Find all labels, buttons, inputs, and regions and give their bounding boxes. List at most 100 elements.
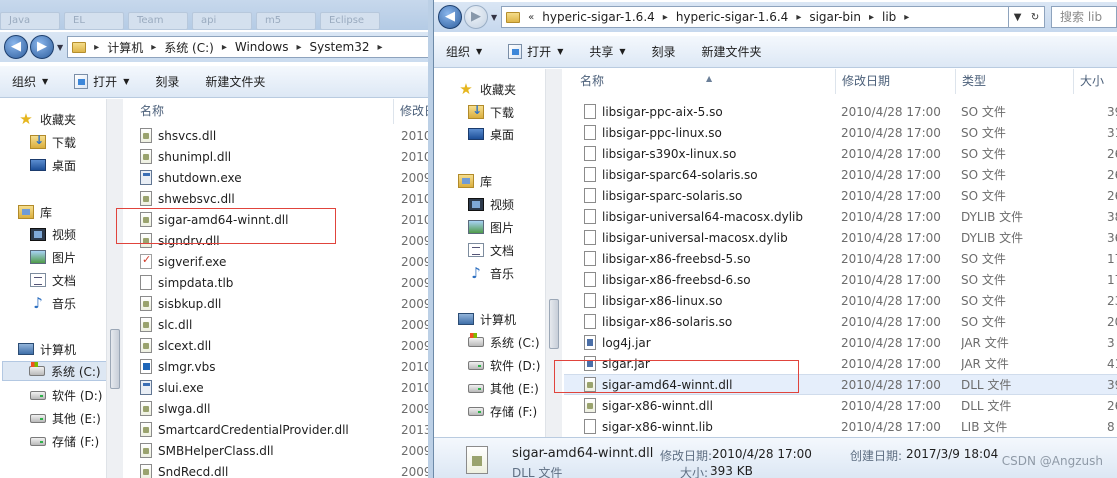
breadcrumb-separator-icon[interactable]: ▸ (296, 42, 301, 53)
nav-music[interactable]: ♪ 音乐 (30, 293, 76, 313)
nav-pictures[interactable]: 图片 (30, 247, 76, 267)
nav-drive-c[interactable]: 系统 (C:) (2, 361, 120, 381)
breadcrumb-item[interactable]: System32 (309, 40, 369, 54)
file-row[interactable]: libsigar-x86-freebsd-5.so 2010/4/28 17:00… (564, 248, 1117, 269)
nav-pictures[interactable]: 图片 (468, 217, 514, 237)
file-row[interactable]: libsigar-sparc64-solaris.so 2010/4/28 17:… (564, 164, 1117, 185)
nav-videos[interactable]: 视频 (468, 194, 514, 214)
file-row[interactable]: sigar-x86-winnt.lib 2010/4/28 17:00 LIB 文件… (564, 416, 1117, 437)
open-menu[interactable]: 打开 ▼ (508, 43, 563, 60)
column-header-modified[interactable]: 修改日 (394, 99, 428, 124)
back-button[interactable]: ◀ (438, 5, 462, 29)
breadcrumb-separator-icon[interactable]: ▸ (222, 42, 227, 53)
new-folder-button[interactable]: 新建文件夹 (205, 73, 265, 90)
file-row[interactable]: libsigar-x86-freebsd-6.so 2010/4/28 17:00… (564, 269, 1117, 290)
breadcrumb-item[interactable]: 系统 (C:) (164, 39, 214, 56)
file-row[interactable]: slc.dll 2009 (124, 314, 428, 335)
file-row[interactable]: slwga.dll 2009 (124, 398, 428, 419)
file-row[interactable]: sisbkup.dll 2009 (124, 293, 428, 314)
breadcrumb-separator-icon[interactable]: ▸ (663, 12, 668, 23)
nav-documents[interactable]: 文档 (468, 240, 514, 260)
column-header-name[interactable]: 名称 (134, 99, 394, 124)
new-folder-button[interactable]: 新建文件夹 (702, 43, 762, 60)
nav-computer[interactable]: 计算机 (458, 309, 516, 329)
organize-menu[interactable]: 组织 ▼ (12, 73, 48, 90)
breadcrumb-separator-icon[interactable]: ▸ (378, 42, 383, 53)
share-menu[interactable]: 共享 ▼ (589, 43, 625, 60)
breadcrumb-item[interactable]: 计算机 (107, 39, 143, 56)
scrollbar-thumb[interactable] (110, 329, 120, 389)
file-row[interactable]: libsigar-x86-solaris.so 2010/4/28 17:00 SO… (564, 311, 1117, 332)
file-row[interactable]: log4j.jar 2010/4/28 17:00 JAR 文件 3 (564, 332, 1117, 353)
search-input[interactable]: 搜索 lib (1051, 6, 1117, 28)
breadcrumb-item[interactable]: hyperic-sigar-1.6.4 (542, 10, 655, 24)
file-row[interactable]: libsigar-x86-linux.so 2010/4/28 17:00 SO 文… (564, 290, 1117, 311)
burn-button[interactable]: 刻录 (155, 73, 179, 90)
recent-pages-dropdown[interactable]: ▼ (491, 13, 497, 22)
nav-downloads[interactable]: 下载 (468, 102, 514, 122)
file-row[interactable]: shsvcs.dll 2010 (124, 125, 428, 146)
nav-computer[interactable]: 计算机 (18, 339, 76, 359)
refresh-icon[interactable]: ↻ (1031, 12, 1039, 23)
address-dropdown-icon[interactable]: ▼ (1014, 12, 1022, 23)
file-row[interactable]: shunimpl.dll 2010 (124, 146, 428, 167)
nav-drive-e[interactable]: 其他 (E:) (468, 378, 539, 398)
nav-drive-d[interactable]: 软件 (D:) (468, 355, 540, 375)
breadcrumb-separator-icon[interactable]: ▸ (796, 12, 801, 23)
organize-menu[interactable]: 组织 ▼ (446, 43, 482, 60)
column-header-type[interactable]: 类型 (956, 69, 1074, 94)
nav-drive-c[interactable]: 系统 (C:) (468, 332, 540, 352)
nav-desktop[interactable]: 桌面 (468, 124, 514, 144)
breadcrumb-item[interactable]: Windows (235, 40, 289, 54)
nav-drive-d[interactable]: 软件 (D:) (30, 385, 102, 405)
file-row[interactable]: slui.exe 2010 (124, 377, 428, 398)
file-row[interactable]: libsigar-universal64-macosx.dylib 2010/4/… (564, 206, 1117, 227)
nav-downloads[interactable]: 下载 (30, 132, 76, 152)
forward-button[interactable]: ▶ (30, 35, 54, 59)
breadcrumb-overflow-icon[interactable]: « (528, 12, 534, 23)
file-row[interactable]: libsigar-universal-macosx.dylib 2010/4/28… (564, 227, 1117, 248)
breadcrumb-item[interactable]: lib (882, 10, 896, 24)
file-row[interactable]: slmgr.vbs 2010 (124, 356, 428, 377)
file-row[interactable]: libsigar-ppc-aix-5.so 2010/4/28 17:00 SO 文… (564, 101, 1117, 122)
nav-videos[interactable]: 视频 (30, 224, 76, 244)
file-row[interactable]: simpdata.tlb 2009 (124, 272, 428, 293)
breadcrumb-item[interactable]: hyperic-sigar-1.6.4 (676, 10, 789, 24)
nav-music[interactable]: ♪ 音乐 (468, 263, 514, 283)
left-address-bar[interactable]: ▸ 计算机 ▸ 系统 (C:) ▸ Windows ▸ System32 ▸ (67, 36, 432, 58)
file-row[interactable]: SMBHelperClass.dll 2009 (124, 440, 428, 461)
file-row[interactable]: slcext.dll 2009 (124, 335, 428, 356)
breadcrumb-separator-icon[interactable]: ▸ (904, 12, 909, 23)
burn-button[interactable]: 刻录 (652, 43, 676, 60)
column-header-modified[interactable]: 修改日期 (836, 69, 956, 94)
file-row[interactable]: shutdown.exe 2009 (124, 167, 428, 188)
file-row[interactable]: shwebsvc.dll 2010 (124, 188, 428, 209)
nav-desktop[interactable]: 桌面 (30, 155, 76, 175)
recent-pages-dropdown[interactable]: ▼ (57, 43, 63, 52)
breadcrumb-separator-icon[interactable]: ▸ (94, 42, 99, 53)
open-menu[interactable]: 打开 ▼ (74, 73, 129, 90)
nav-favorites[interactable]: ★ 收藏夹 (18, 109, 76, 129)
breadcrumb-separator-icon[interactable]: ▸ (869, 12, 874, 23)
breadcrumb-item[interactable]: sigar-bin (809, 10, 861, 24)
nav-drive-f[interactable]: 存储 (F:) (468, 401, 537, 421)
breadcrumb-separator-icon[interactable]: ▸ (151, 42, 156, 53)
scrollbar-thumb[interactable] (549, 299, 559, 349)
back-button[interactable]: ◀ (4, 35, 28, 59)
nav-libraries[interactable]: 库 (18, 202, 52, 222)
nav-favorites[interactable]: ★ 收藏夹 (458, 79, 516, 99)
nav-documents[interactable]: 文档 (30, 270, 76, 290)
nav-libraries[interactable]: 库 (458, 171, 492, 191)
file-row[interactable]: sigverif.exe 2009 (124, 251, 428, 272)
forward-button[interactable]: ▶ (464, 5, 488, 29)
left-nav-scrollbar[interactable] (106, 99, 123, 478)
file-row[interactable]: SmartcardCredentialProvider.dll 2013 (124, 419, 428, 440)
column-header-size[interactable]: 大小 (1074, 69, 1117, 94)
nav-drive-f[interactable]: 存储 (F:) (30, 431, 99, 451)
file-row[interactable]: libsigar-ppc-linux.so 2010/4/28 17:00 SO 文… (564, 122, 1117, 143)
nav-drive-e[interactable]: 其他 (E:) (30, 408, 101, 428)
file-row[interactable]: sigar-x86-winnt.dll 2010/4/28 17:00 DLL 文件… (564, 395, 1117, 416)
file-row[interactable]: libsigar-sparc-solaris.so 2010/4/28 17:00… (564, 185, 1117, 206)
column-header-name[interactable]: 名称 ▲ (574, 69, 836, 94)
right-address-bar[interactable]: « hyperic-sigar-1.6.4 ▸ hyperic-sigar-1.6.… (501, 6, 1009, 28)
